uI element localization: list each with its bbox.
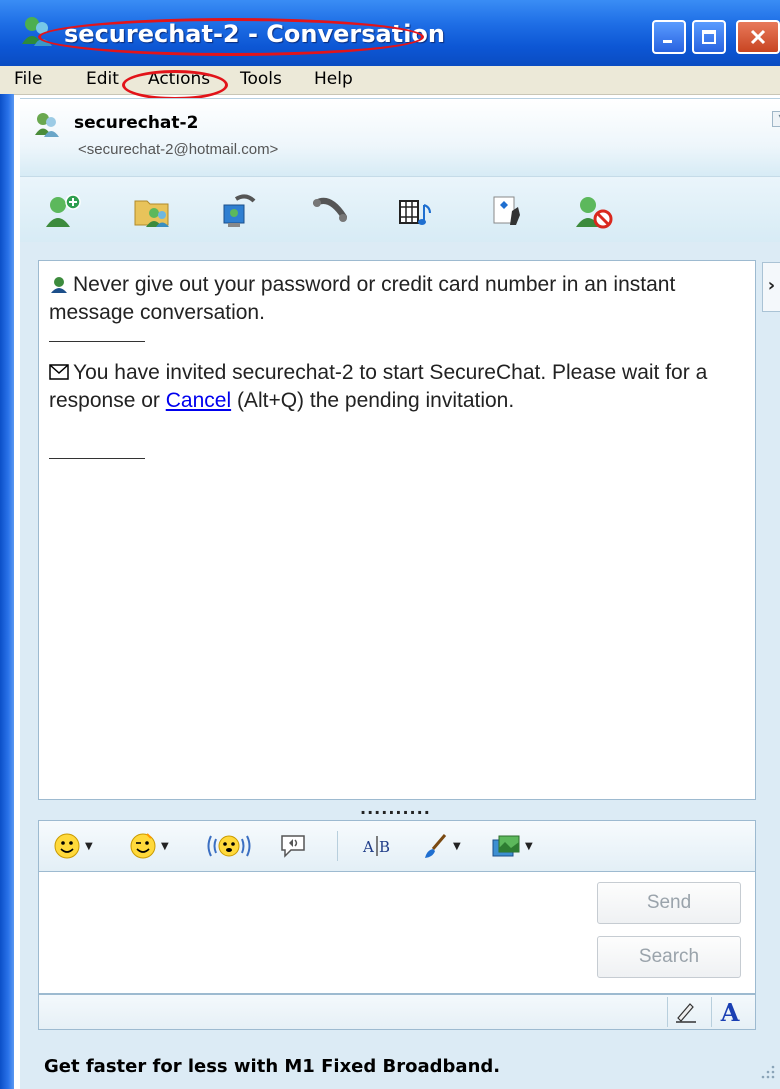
image-icon — [492, 835, 520, 857]
security-warning-icon — [51, 277, 67, 293]
paintbrush-icon — [425, 834, 447, 858]
window-frame-left — [0, 94, 14, 1089]
message-input[interactable]: Send Search — [38, 872, 756, 994]
conversation-toolbar — [20, 176, 780, 244]
wink-button[interactable]: ▼ — [129, 831, 169, 861]
collapse-header-icon[interactable]: ▾ — [772, 111, 780, 127]
phone-call-button[interactable] — [308, 191, 352, 231]
minimize-button[interactable] — [652, 20, 686, 54]
share-files-button[interactable] — [130, 191, 174, 231]
close-icon — [750, 29, 766, 45]
type-mode-button[interactable]: A — [711, 997, 748, 1027]
conversation-window: securechat-2 - Conversation File Edit Ac… — [0, 0, 780, 1089]
splitter-grip[interactable]: .......... — [360, 801, 431, 817]
menu-edit[interactable]: Edit — [86, 69, 119, 89]
font-icon: A — [720, 997, 740, 1027]
send-button[interactable]: Send — [597, 882, 741, 924]
contact-status-icon — [35, 113, 59, 137]
font-style-button[interactable]: A B — [361, 831, 395, 861]
advertisement-bar[interactable]: Get faster for less with M1 Fixed Broadb… — [20, 1038, 780, 1089]
webcam-music-button[interactable] — [394, 191, 438, 231]
security-warning-message: Never give out your password or credit c… — [49, 273, 676, 324]
close-button[interactable] — [736, 20, 780, 54]
envelope-icon — [49, 364, 69, 380]
emoticon-icon — [54, 833, 80, 859]
invitation-message: You have invited securechat-2 to start S… — [49, 361, 708, 412]
contact-email: <securechat-2@hotmail.com> — [78, 141, 279, 158]
title-bar[interactable]: securechat-2 - Conversation — [0, 0, 780, 66]
search-button[interactable]: Search — [597, 936, 741, 978]
svg-text:A: A — [362, 838, 374, 856]
menu-tools[interactable]: Tools — [240, 69, 282, 89]
share-files-icon — [134, 200, 169, 227]
chevron-down-icon: ▼ — [525, 840, 533, 852]
voice-clip-button[interactable] — [279, 831, 307, 861]
maximize-icon — [702, 30, 716, 44]
chevron-down-icon: ▼ — [453, 840, 461, 852]
handwriting-button[interactable] — [667, 997, 704, 1027]
phone-call-icon — [313, 197, 347, 222]
menu-help[interactable]: Help — [314, 69, 353, 89]
actions-highlight-annotation — [122, 70, 228, 100]
menu-bar: File Edit Actions Tools Help — [0, 66, 780, 95]
title-highlight-annotation — [38, 18, 424, 56]
webcam-music-icon — [399, 200, 431, 225]
block-contact-button[interactable] — [572, 191, 616, 231]
emoticon-button[interactable]: ▼ — [53, 831, 93, 861]
menu-file[interactable]: File — [14, 69, 42, 89]
message-separator — [49, 341, 145, 342]
toolbar-separator — [337, 831, 338, 861]
minimize-icon — [663, 40, 672, 43]
message-history[interactable]: Never give out your password or credit c… — [38, 260, 756, 800]
advertisement-text[interactable]: Get faster for less with M1 Fixed Broadb… — [44, 1056, 500, 1077]
expand-sidebar-button[interactable]: › — [762, 262, 780, 312]
contact-name: securechat-2 — [74, 113, 199, 133]
resize-grip-icon[interactable] — [758, 1062, 776, 1080]
games-button[interactable] — [486, 191, 530, 231]
chevron-down-icon: ▼ — [161, 840, 169, 852]
video-call-icon — [223, 194, 256, 227]
wink-icon — [130, 833, 156, 859]
input-mode-bar: A — [38, 994, 756, 1030]
input-toolbar: ▼ ▼ A B ▼ ▼ — [38, 820, 756, 872]
send-image-button[interactable]: ▼ — [491, 831, 533, 861]
nudge-icon — [207, 835, 251, 857]
voice-clip-icon — [281, 835, 305, 858]
invite-contact-button[interactable] — [42, 191, 86, 231]
games-icon — [493, 196, 520, 225]
block-contact-icon — [576, 197, 613, 229]
change-font-icon: A B — [362, 836, 390, 856]
invite-contact-icon — [46, 194, 81, 227]
message-separator — [49, 458, 145, 459]
svg-text:B: B — [379, 838, 390, 856]
pen-icon — [676, 1003, 696, 1023]
background-button[interactable]: ▼ — [421, 831, 461, 861]
contact-header: securechat-2 <securechat-2@hotmail.com> … — [20, 98, 780, 177]
video-call-button[interactable] — [216, 191, 260, 231]
chevron-down-icon: ▼ — [85, 840, 93, 852]
cancel-invitation-link[interactable]: Cancel — [166, 389, 231, 412]
nudge-button[interactable] — [205, 831, 253, 861]
maximize-button[interactable] — [692, 20, 726, 54]
chevron-right-icon: › — [767, 275, 776, 296]
